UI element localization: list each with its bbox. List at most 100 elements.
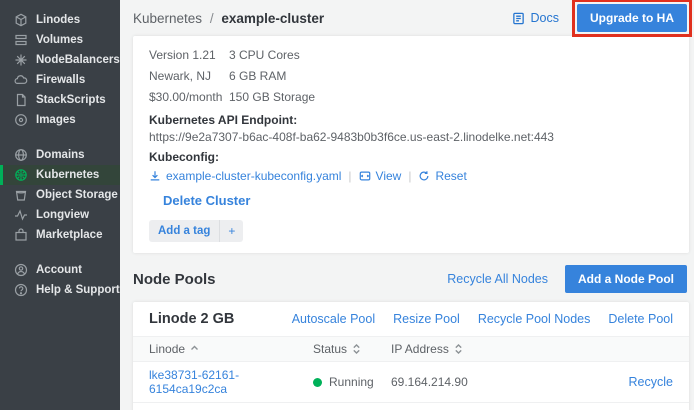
sidebar-item-domains[interactable]: Domains [0, 145, 120, 165]
sidebar-item-label: NodeBalancers [36, 54, 120, 66]
sidebar-item-help-support[interactable]: Help & Support [0, 280, 120, 300]
node-ip: 45.79.191.250 [391, 403, 551, 410]
cluster-ram: 6 GB RAM [229, 66, 286, 87]
firewalls-icon [14, 73, 28, 87]
sidebar-item-label: Volumes [36, 34, 83, 46]
pool-card-header: Linode 2 GB Autoscale Pool Resize Pool R… [133, 302, 689, 336]
column-label: Linode [149, 342, 185, 356]
node-name-link[interactable]: lke38731-62161-6154ca19c2ca [149, 368, 239, 396]
breadcrumb: Kubernetes / example-cluster [133, 11, 324, 26]
separator: | [408, 168, 411, 184]
sort-both-icon [352, 344, 361, 354]
breadcrumb-kubernetes-link[interactable]: Kubernetes [133, 11, 202, 26]
node-pool-card: Linode 2 GB Autoscale Pool Resize Pool R… [133, 302, 689, 410]
sidebar-item-label: Domains [36, 149, 85, 161]
cluster-cpu: 3 CPU Cores [229, 45, 300, 66]
node-row: lke38731-62161-6154ca19c2ca Running 69.1… [133, 362, 689, 403]
download-icon [149, 170, 161, 182]
kubeconfig-download-link[interactable]: example-cluster-kubeconfig.yaml [149, 168, 341, 184]
main-content: Kubernetes / example-cluster Docs Upgrad… [120, 0, 694, 410]
sidebar-item-label: StackScripts [36, 94, 106, 106]
sidebar-item-label: Longview [36, 209, 89, 221]
column-label: IP Address [391, 342, 449, 356]
resize-pool-link[interactable]: Resize Pool [393, 312, 460, 326]
cluster-price: $30.00/month [149, 87, 229, 108]
nodes-table: Linode Status [133, 336, 689, 410]
sidebar-item-label: Marketplace [36, 229, 102, 241]
sidebar-item-nodebalancers[interactable]: NodeBalancers [0, 50, 120, 70]
marketplace-icon [14, 228, 28, 242]
separator: | [348, 168, 351, 184]
column-label: Status [313, 342, 347, 356]
sidebar-item-kubernetes[interactable]: Kubernetes [0, 165, 120, 185]
delete-cluster-button[interactable]: Delete Cluster [163, 193, 250, 208]
status-running-dot [313, 378, 322, 387]
upgrade-button-wrapper: Upgrade to HA [577, 4, 687, 32]
status-text: Running [329, 375, 374, 389]
kubeconfig-reset-link[interactable]: Reset [418, 168, 466, 184]
domains-icon [14, 148, 28, 162]
images-icon [14, 113, 28, 127]
table-header-row: Linode Status [133, 337, 689, 362]
spec-row: Version 1.21 3 CPU Cores [149, 45, 673, 66]
reset-label: Reset [435, 168, 466, 184]
view-label: View [376, 168, 402, 184]
breadcrumb-current-cluster: example-cluster [221, 11, 324, 26]
api-endpoint-label: Kubernetes API Endpoint: [149, 113, 673, 128]
sidebar-item-marketplace[interactable]: Marketplace [0, 225, 120, 245]
sidebar: Linodes Volumes NodeBalancers Firewalls … [0, 0, 120, 410]
sidebar-item-stackscripts[interactable]: StackScripts [0, 90, 120, 110]
spec-row: Newark, NJ 6 GB RAM [149, 66, 673, 87]
sidebar-item-firewalls[interactable]: Firewalls [0, 70, 120, 90]
sidebar-item-linodes[interactable]: Linodes [0, 10, 120, 30]
add-tag-button[interactable]: Add a tag + [149, 220, 243, 242]
help-icon [14, 283, 28, 297]
kubeconfig-view-link[interactable]: View [359, 168, 402, 184]
sidebar-group-account: Account Help & Support [0, 260, 120, 300]
add-tag-label: Add a tag [149, 221, 219, 241]
node-pools-actions: Recycle All Nodes Add a Node Pool [447, 265, 687, 293]
node-pools-title: Node Pools [133, 271, 216, 288]
add-node-pool-button[interactable]: Add a Node Pool [565, 265, 687, 293]
view-icon [359, 170, 371, 182]
plus-icon: + [219, 220, 243, 242]
column-header-linode[interactable]: Linode [133, 337, 313, 362]
docs-label: Docs [531, 11, 559, 25]
node-pools-header: Node Pools Recycle All Nodes Add a Node … [133, 265, 689, 293]
recycle-pool-nodes-link[interactable]: Recycle Pool Nodes [478, 312, 591, 326]
sidebar-item-label: Images [36, 114, 76, 126]
recycle-all-nodes-link[interactable]: Recycle All Nodes [447, 272, 548, 286]
cluster-storage: 150 GB Storage [229, 87, 315, 108]
recycle-node-link[interactable]: Recycle [629, 375, 673, 389]
column-header-ip-address[interactable]: IP Address [391, 337, 551, 362]
volumes-icon [14, 33, 28, 47]
sidebar-item-label: Object Storage [36, 189, 118, 201]
nodebalancers-icon [14, 53, 28, 67]
object-storage-icon [14, 188, 28, 202]
node-row: lke38731-62161-6154ca19e885 Running 45.7… [133, 403, 689, 410]
sidebar-item-object-storage[interactable]: Object Storage [0, 185, 120, 205]
reset-icon [418, 170, 430, 182]
cluster-region: Newark, NJ [149, 66, 229, 87]
stackscripts-icon [14, 93, 28, 107]
upgrade-to-ha-button[interactable]: Upgrade to HA [577, 4, 687, 32]
kubeconfig-filename: example-cluster-kubeconfig.yaml [166, 168, 341, 184]
linodes-icon [14, 13, 28, 27]
sidebar-item-label: Kubernetes [36, 169, 99, 181]
pool-name: Linode 2 GB [149, 311, 234, 327]
sidebar-item-images[interactable]: Images [0, 110, 120, 130]
sidebar-item-label: Help & Support [36, 284, 120, 296]
autoscale-pool-link[interactable]: Autoscale Pool [292, 312, 375, 326]
sidebar-item-volumes[interactable]: Volumes [0, 30, 120, 50]
pool-actions: Autoscale Pool Resize Pool Recycle Pool … [292, 312, 673, 326]
docs-link[interactable]: Docs [512, 11, 559, 25]
node-ip: 69.164.214.90 [391, 362, 551, 403]
kubernetes-icon [14, 168, 28, 182]
sidebar-group-services: Domains Kubernetes Object Storage Longvi… [0, 145, 120, 245]
column-header-status[interactable]: Status [313, 337, 391, 362]
spec-row: $30.00/month 150 GB Storage [149, 87, 673, 108]
delete-pool-link[interactable]: Delete Pool [608, 312, 673, 326]
sidebar-item-account[interactable]: Account [0, 260, 120, 280]
cluster-summary-card: Version 1.21 3 CPU Cores Newark, NJ 6 GB… [133, 36, 689, 253]
sidebar-item-longview[interactable]: Longview [0, 205, 120, 225]
